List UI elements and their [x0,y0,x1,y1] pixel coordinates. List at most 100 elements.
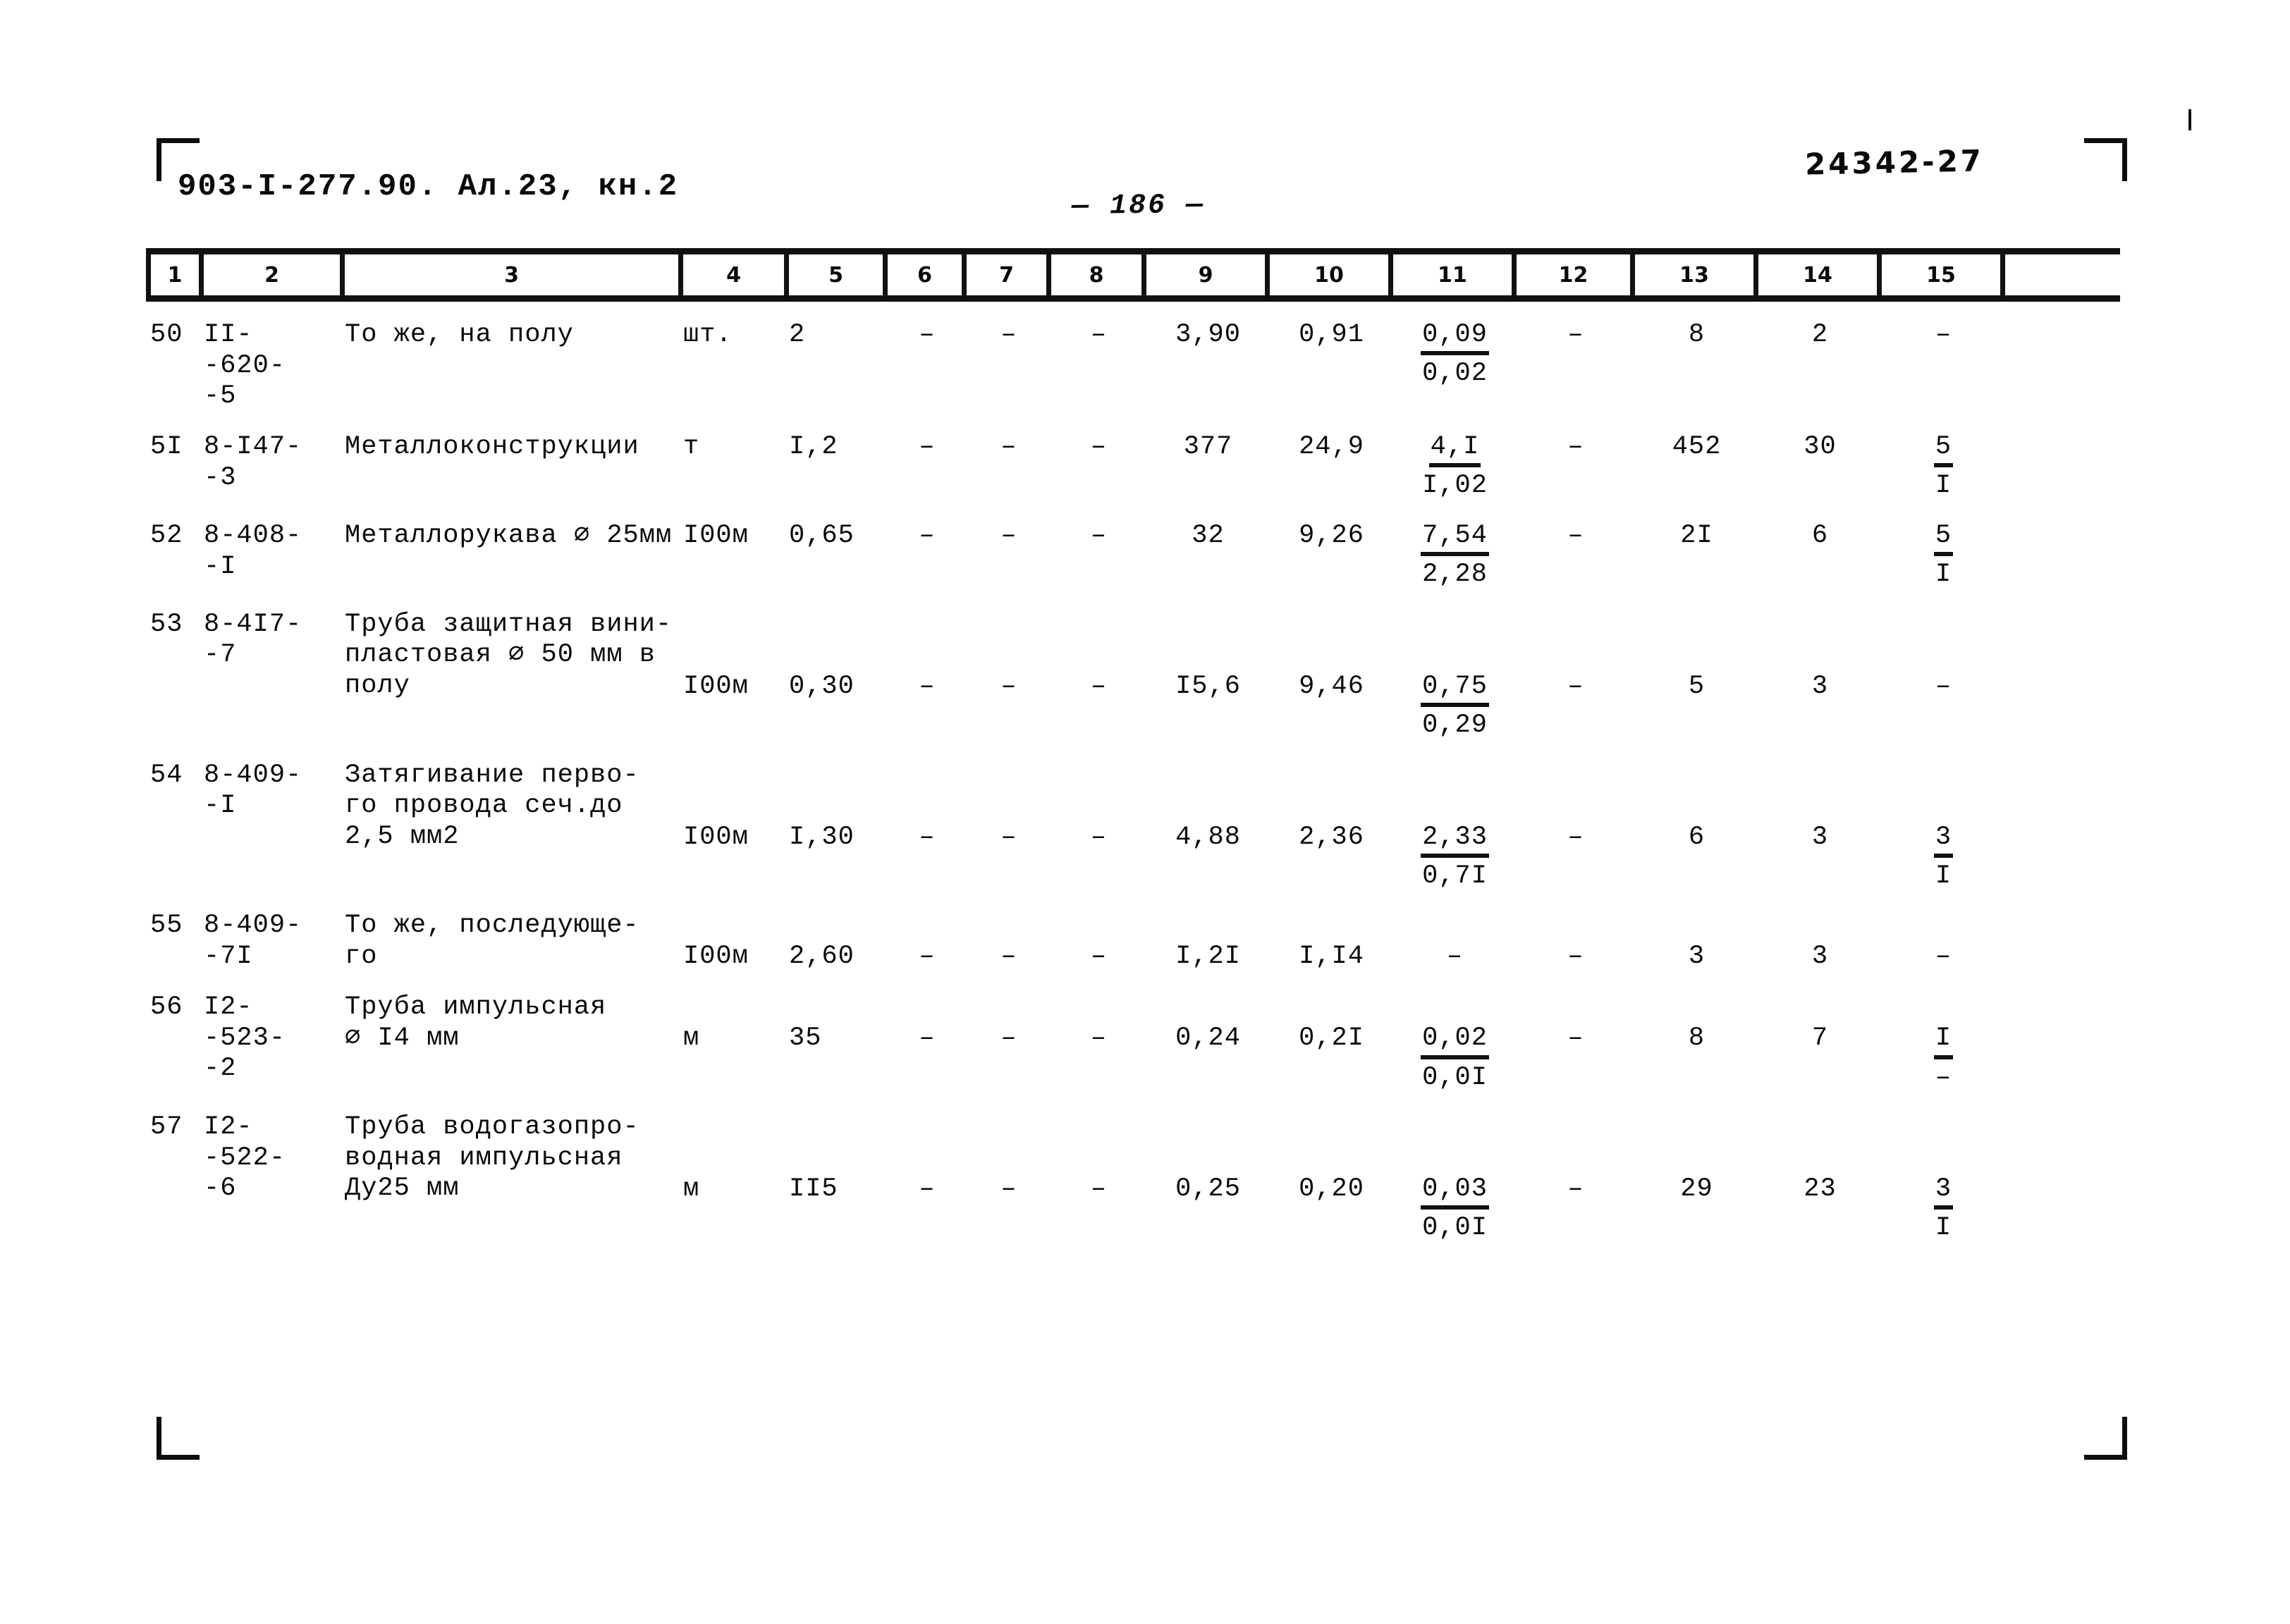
row-norm-code: 8-409- -I [204,760,302,821]
row-value-col-10: 0,91 [1299,320,1364,350]
row-value-col-15-fraction: 5I [1882,431,2005,501]
fraction-denominator: I [1935,560,1952,590]
row-unit: I00м [683,942,749,972]
table-row: 54 8-409- -I Затягивание перво- го провода… [146,759,2120,892]
row-position-number: 57 [150,1112,183,1142]
row-value-col-6: – [919,822,936,852]
row-value-col-9: 0,25 [1175,1174,1241,1204]
table-row: 52 8-408- -I Металлорукава ⌀ 25мм I00м 0,65 –… [146,519,2120,590]
column-header-6: 6 [888,254,967,295]
row-value-col-7: – [1000,320,1017,350]
row-value-col-9: I,2I [1175,942,1241,972]
row-value-col-8: – [1090,1174,1108,1204]
row-value-col-14: 2 [1811,320,1829,350]
page-corner-mark-bottom-right [2084,1417,2127,1460]
fraction-denominator: 0,0I [1422,1213,1488,1243]
row-value-col-11-fraction: 0,03 0,0I [1393,1173,1517,1243]
row-quantity: I,30 [789,822,855,852]
row-value-col-12: – [1567,520,1584,550]
fraction-numerator: 0,75 [1421,672,1489,708]
row-position-number: 54 [150,760,183,790]
row-value-col-15-fraction: – [1935,942,1952,972]
row-value-col-11-fraction: 2,33 0,7I [1393,821,1517,892]
column-header-1: 1 [146,254,204,295]
row-value-col-8: – [1090,1023,1108,1054]
row-value-col-9: 3,90 [1175,320,1241,350]
row-value-col-13: 8 [1688,320,1706,350]
fraction-denominator: I,02 [1422,471,1488,501]
row-value-col-10: 0,20 [1299,1174,1364,1204]
estimate-table: 50 II- -620- -5 То же, на полу шт. 2 – – – 3,90 0… [146,319,2120,1262]
row-quantity: 35 [789,1023,822,1054]
row-norm-code: 8-4I7- -7 [204,609,302,670]
column-header-15: 15 [1882,254,2005,295]
row-value-col-10: I,I4 [1299,942,1364,972]
row-value-col-6: – [919,320,936,350]
table-row: 5I 8-I47- -3 Металлоконструкции т I,2 – – – 377 2… [146,431,2120,501]
row-norm-code: II- -620- -5 [204,320,286,412]
row-value-col-10: 2,36 [1299,822,1364,852]
row-norm-code: I2- -523- -2 [204,992,286,1084]
row-value-col-13: 8 [1688,1023,1706,1054]
row-value-col-12: – [1567,431,1584,462]
row-value-col-7: – [1000,942,1017,972]
row-description: Металлоконструкции [345,431,639,462]
row-value-col-6: – [919,942,936,972]
page-edge-tick [2188,109,2191,130]
fraction-denominator: 0,29 [1422,710,1488,741]
table-row: 56 I2- -523- -2 Труба импульсная ⌀ I4 мм м 3… [146,991,2120,1093]
row-value-col-7: – [1000,822,1017,852]
fraction-numerator: 3 [1933,1174,1954,1210]
row-description: Затягивание перво- го провода сеч.до 2,5… [345,760,639,851]
row-value-col-13: 2I [1680,520,1713,550]
row-value-col-9: 0,24 [1175,1023,1241,1054]
row-value-col-14: 6 [1811,520,1829,550]
row-position-number: 56 [150,992,183,1023]
fraction-numerator: 3 [1933,823,1954,859]
row-position-number: 52 [150,520,183,550]
row-quantity: 0,65 [789,520,855,550]
row-value-col-6: – [919,520,936,550]
row-value-col-6: – [919,1174,936,1204]
row-value-col-7: – [1000,520,1017,550]
row-norm-code: 8-I47- -3 [204,431,302,493]
row-value-col-11-fraction: 4,I I,02 [1393,431,1517,501]
row-value-col-8: – [1090,671,1108,701]
row-value-col-6: – [919,431,936,462]
row-value-col-14: 3 [1811,822,1829,852]
row-value-col-15-fraction: 5I [1882,519,2005,590]
row-value-col-12: – [1567,942,1584,972]
row-quantity: 2,60 [789,942,855,972]
row-value-col-8: – [1090,520,1108,550]
row-value-col-7: – [1000,1023,1017,1054]
row-value-col-11-fraction: 0,02 0,0I [1393,1022,1517,1093]
row-value-col-11-fraction: 0,75 0,29 [1393,670,1517,741]
column-header-14: 14 [1758,254,1882,295]
fraction-denominator: I [1935,1213,1952,1243]
row-value-col-10: 0,2I [1299,1023,1364,1054]
row-value-col-7: – [1000,671,1017,701]
row-norm-code: I2- -522- -6 [204,1112,286,1204]
row-unit: т [683,431,700,462]
row-unit: шт. [683,320,733,350]
fraction-numerator: 0,09 [1421,320,1489,356]
row-description: Труба водогазопро- водная импульсная Ду2… [345,1112,639,1204]
fraction-numerator: 5 [1933,432,1954,468]
row-value-col-15-fraction: – [1935,671,1952,701]
column-header-9: 9 [1146,254,1270,295]
column-header-4: 4 [683,254,789,295]
row-value-col-8: – [1090,822,1108,852]
row-norm-code: 8-409- -7I [204,911,302,972]
column-header-13: 13 [1635,254,1758,295]
row-value-col-15-fraction: – [1935,320,1952,350]
fraction-numerator: 7,54 [1421,521,1489,557]
fraction-denominator: 0,02 [1422,359,1488,389]
fraction-denominator: I [1935,471,1952,501]
row-value-col-9: 32 [1192,520,1225,550]
row-position-number: 55 [150,911,183,941]
row-unit: м [683,1174,700,1204]
table-row: 55 8-409- -7I То же, последующе- го I00м 2,6… [146,909,2120,973]
fraction-numerator: 0,02 [1421,1023,1489,1059]
column-header-2: 2 [204,254,345,295]
row-quantity: 0,30 [789,671,855,701]
